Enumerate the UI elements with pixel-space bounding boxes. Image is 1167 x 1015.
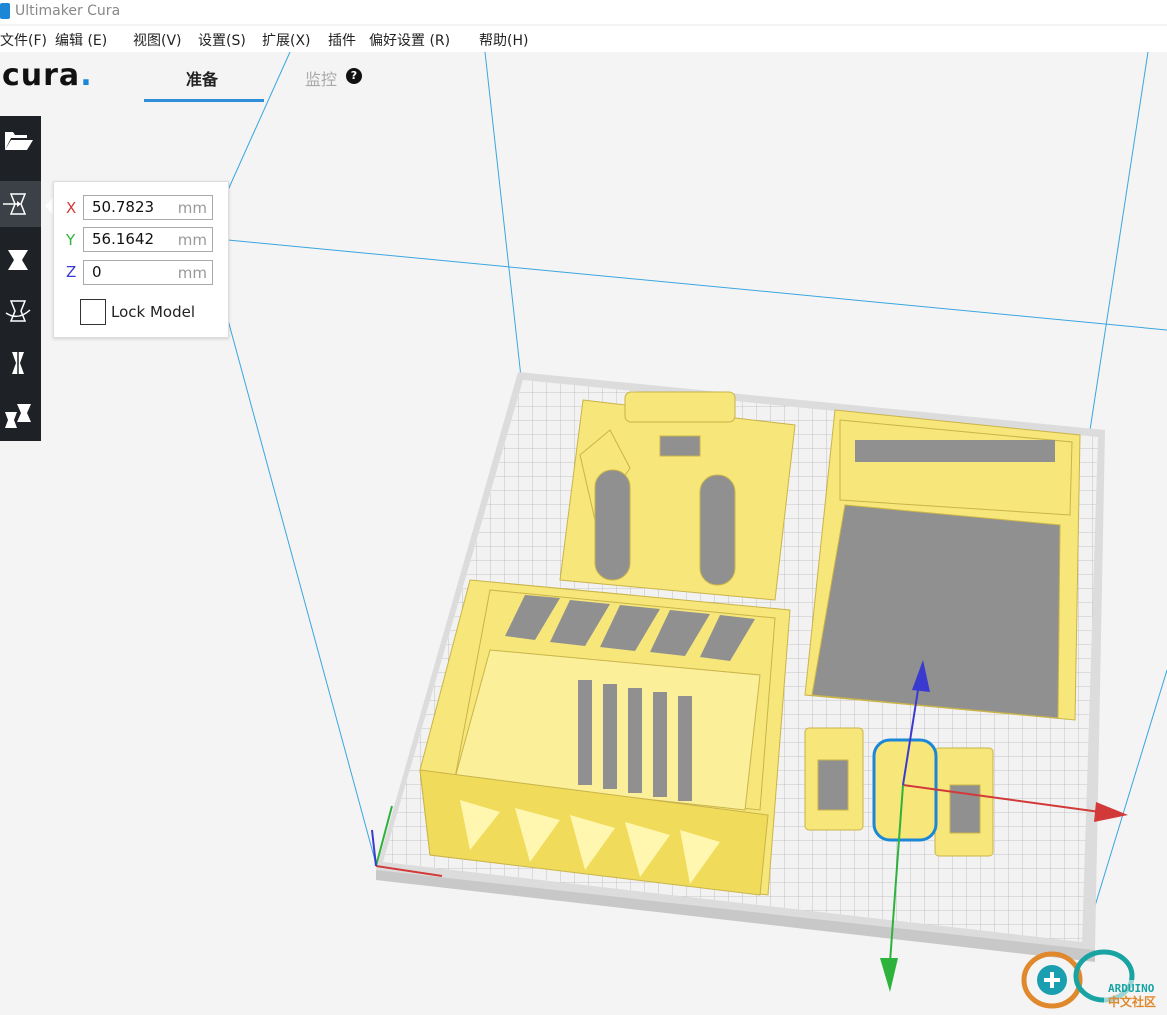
arduino-logo: ARDUINO 中文社区 [1021,949,1156,1009]
menu-view[interactable]: 视图(V) [133,30,182,50]
tool-sidebar [0,116,41,441]
move-icon [3,193,27,215]
move-tool-button[interactable] [0,181,41,227]
model-back-plate [559,391,796,601]
menu-settings[interactable]: 设置(S) [198,30,246,50]
menu-file[interactable]: 文件(F) [0,30,47,50]
y-unit: mm [177,231,207,249]
menu-edit[interactable]: 编辑 (E) [55,30,107,50]
scale-icon [8,250,28,270]
z-axis-label: Z [66,263,77,281]
badge-line2: 中文社区 [1108,994,1156,1009]
menu-bar: 文件(F) 编辑 (E) 视图(V) 设置(S) 扩展(X) 插件 偏好设置 (… [0,26,1167,52]
x-unit: mm [177,199,207,217]
origin-z-axis [371,829,377,867]
z-unit: mm [177,264,207,282]
open-file-icon [5,132,33,150]
model-tray [804,409,1081,721]
active-tab-indicator [144,99,264,102]
y-position-field[interactable]: 56.1642 mm [83,227,213,252]
lock-model-checkbox[interactable] [80,299,106,325]
window-title: Ultimaker Cura [15,3,121,19]
lock-model-label: Lock Model [111,303,196,321]
tab-monitor[interactable]: 监控 [305,66,337,90]
menu-extensions[interactable]: 扩展(X) [262,30,311,50]
selected-model [872,738,938,842]
logo-text: cura [2,58,81,93]
x-axis-label: X [66,199,77,217]
arduino-watermark: ARDUINO 中文社区 [1012,946,1167,1011]
scale-tool-button[interactable] [0,237,41,283]
y-value: 56.1642 [92,230,155,248]
logo-dot: . [80,58,93,93]
title-bar: Ultimaker Cura [0,0,1167,24]
z-position-field[interactable]: 0 mm [83,260,213,285]
move-tool-panel: X 50.7823 mm Y 56.1642 mm Z 0 mm Lock Mo… [53,181,229,338]
tab-prepare[interactable]: 准备 [186,66,218,90]
menu-preferences[interactable]: 偏好设置 (R) [369,30,450,50]
badge-line1: ARDUINO [1108,982,1155,995]
mirror-tool-button[interactable] [0,340,41,386]
app-icon [0,3,10,19]
rotate-icon [5,300,31,322]
model-enclosure [419,579,791,896]
cura-logo: cura. [2,58,93,93]
per-model-settings-icon [5,404,31,428]
open-file-button[interactable] [0,116,41,162]
menu-plugins[interactable]: 插件 [328,30,356,50]
3d-viewport[interactable] [0,0,1167,1011]
per-model-settings-button[interactable] [0,392,41,438]
x-position-field[interactable]: 50.7823 mm [83,195,213,220]
rotate-tool-button[interactable] [0,288,41,334]
menu-help[interactable]: 帮助(H) [479,30,528,50]
z-value: 0 [92,263,102,281]
x-value: 50.7823 [92,198,155,216]
help-icon[interactable]: ? [346,68,362,84]
y-axis-label: Y [66,231,76,249]
mirror-icon [12,349,24,377]
